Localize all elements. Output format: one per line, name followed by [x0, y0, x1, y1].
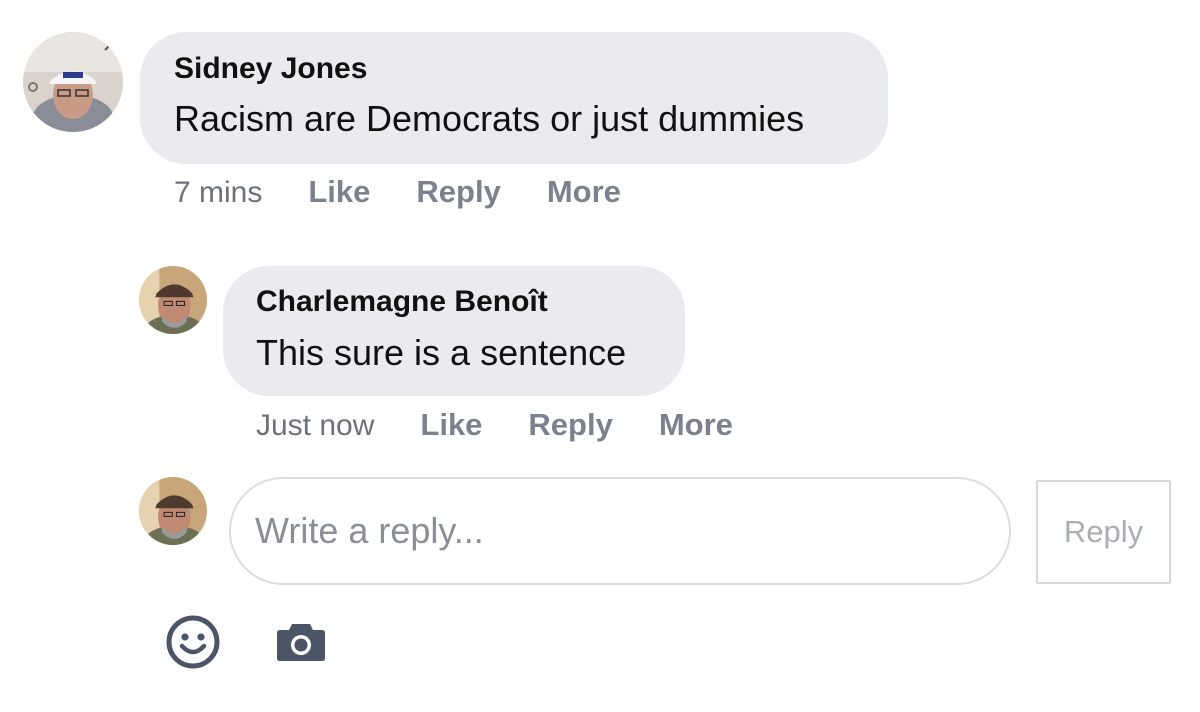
camera-icon[interactable] [276, 620, 326, 662]
more-button[interactable]: More [547, 174, 621, 210]
comment-bubble: Charlemagne Benoît This sure is a senten… [223, 266, 685, 396]
comment-text: Racism are Democrats or just dummies [174, 98, 805, 139]
reply-input[interactable] [229, 477, 1011, 585]
comment-timestamp[interactable]: Just now [256, 409, 374, 443]
avatar[interactable] [139, 266, 207, 334]
comment-thread: Sidney Jones Racism are Democrats or jus… [0, 0, 1200, 712]
comment-author[interactable]: Sidney Jones [174, 52, 367, 86]
comment-timestamp[interactable]: 7 mins [174, 176, 262, 210]
profile-photo-icon [23, 32, 123, 132]
more-button[interactable]: More [659, 407, 733, 443]
like-button[interactable]: Like [308, 174, 370, 210]
smiley-icon[interactable] [165, 614, 221, 670]
avatar[interactable] [23, 32, 123, 132]
comment-bubble: Sidney Jones Racism are Democrats or jus… [140, 32, 888, 164]
reply-link[interactable]: Reply [528, 407, 612, 443]
comment-text: This sure is a sentence [256, 332, 627, 373]
comment-actions: Just now Like Reply More [256, 407, 733, 443]
reply-link[interactable]: Reply [416, 174, 500, 210]
comment-actions: 7 mins Like Reply More [174, 174, 621, 210]
avatar [139, 477, 207, 545]
reply-submit-button[interactable]: Reply [1036, 480, 1171, 584]
comment-author[interactable]: Charlemagne Benoît [256, 285, 548, 319]
profile-photo-icon [139, 266, 207, 334]
profile-photo-icon [139, 477, 207, 545]
like-button[interactable]: Like [420, 407, 482, 443]
